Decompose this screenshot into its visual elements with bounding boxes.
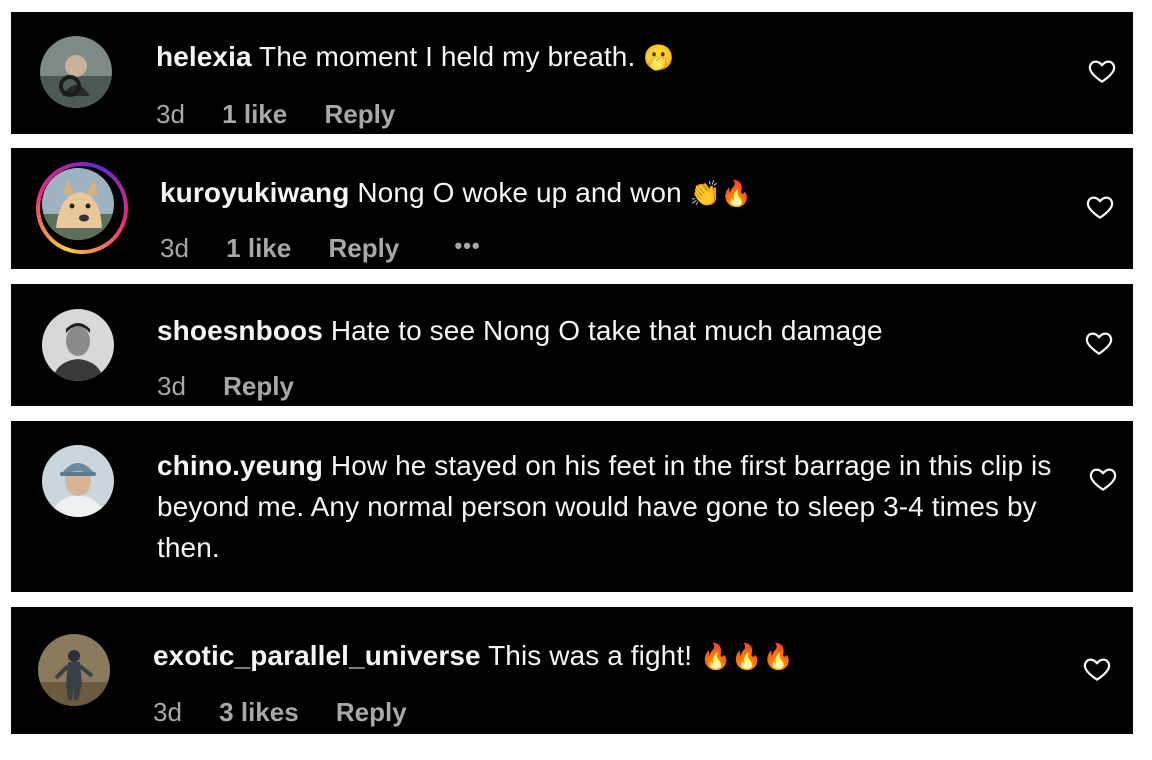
comment-body: exotic_parallel_universe This was a figh…	[153, 635, 1053, 677]
comment-body: helexia The moment I held my breath. 🫢	[156, 36, 1036, 78]
comment-emoji: 🔥🔥🔥	[699, 642, 794, 671]
heart-outline-icon[interactable]	[1084, 328, 1114, 358]
comment-likes[interactable]: 3 likes	[219, 697, 299, 727]
comment-card: shoesnboos Hate to see Nong O take that …	[11, 284, 1133, 406]
comment-card: chino.yeung How he stayed on his feet in…	[11, 421, 1133, 592]
heart-outline-icon[interactable]	[1088, 464, 1118, 494]
reply-button[interactable]: Reply	[223, 371, 294, 401]
avatar-photo	[42, 309, 114, 381]
avatar[interactable]	[40, 36, 112, 108]
avatar[interactable]	[42, 309, 114, 381]
comment-text: Nong O woke up and won	[357, 177, 682, 208]
heart-outline-icon[interactable]	[1082, 654, 1112, 684]
comment-meta: 3d 1 like Reply •••	[160, 233, 481, 265]
comment-time[interactable]: 3d	[153, 697, 182, 727]
reply-button[interactable]: Reply	[336, 697, 407, 727]
avatar-photo	[42, 168, 114, 240]
comment-username[interactable]: chino.yeung	[157, 450, 323, 481]
heart-outline-icon[interactable]	[1085, 192, 1115, 222]
comment-body: shoesnboos Hate to see Nong O take that …	[157, 310, 1037, 351]
avatar	[42, 168, 114, 240]
comment-emoji: 🫢	[643, 43, 675, 72]
comment-time[interactable]: 3d	[156, 99, 185, 129]
reply-button[interactable]: Reply	[324, 99, 395, 129]
comment-text: Hate to see Nong O take that much damage	[330, 315, 883, 346]
comment-username[interactable]: shoesnboos	[157, 315, 323, 346]
reply-button[interactable]: Reply	[328, 233, 399, 263]
comment-emoji: 👏🔥	[689, 179, 753, 208]
comment-time[interactable]: 3d	[160, 233, 189, 263]
avatar-photo	[38, 634, 110, 706]
comment-meta: 3d Reply	[157, 371, 294, 401]
avatar-photo	[42, 445, 114, 517]
comment-likes[interactable]: 1 like	[222, 99, 287, 129]
comment-time[interactable]: 3d	[157, 371, 186, 401]
comment-likes[interactable]: 1 like	[226, 233, 291, 263]
avatar-photo	[40, 36, 112, 108]
comment-text: This was a fight!	[488, 640, 693, 671]
comment-card: kuroyukiwang Nong O woke up and won 👏🔥 3…	[11, 148, 1133, 269]
heart-outline-icon[interactable]	[1087, 56, 1117, 86]
comment-card: exotic_parallel_universe This was a figh…	[11, 607, 1133, 734]
comment-username[interactable]: helexia	[156, 41, 252, 72]
comment-body: kuroyukiwang Nong O woke up and won 👏🔥	[160, 172, 1040, 214]
avatar[interactable]	[38, 634, 110, 706]
comment-meta: 3d 3 likes Reply	[153, 697, 407, 727]
more-horizontal-icon[interactable]: •••	[455, 231, 481, 261]
comment-username[interactable]: exotic_parallel_universe	[153, 640, 481, 671]
comment-body: chino.yeung How he stayed on his feet in…	[157, 445, 1057, 568]
comment-text: The moment I held my breath.	[259, 41, 636, 72]
comment-card: helexia The moment I held my breath. 🫢 3…	[11, 12, 1133, 134]
comment-username[interactable]: kuroyukiwang	[160, 177, 349, 208]
comment-meta: 3d 1 like Reply	[156, 99, 395, 129]
story-ring[interactable]	[36, 162, 128, 254]
avatar[interactable]	[42, 445, 114, 517]
